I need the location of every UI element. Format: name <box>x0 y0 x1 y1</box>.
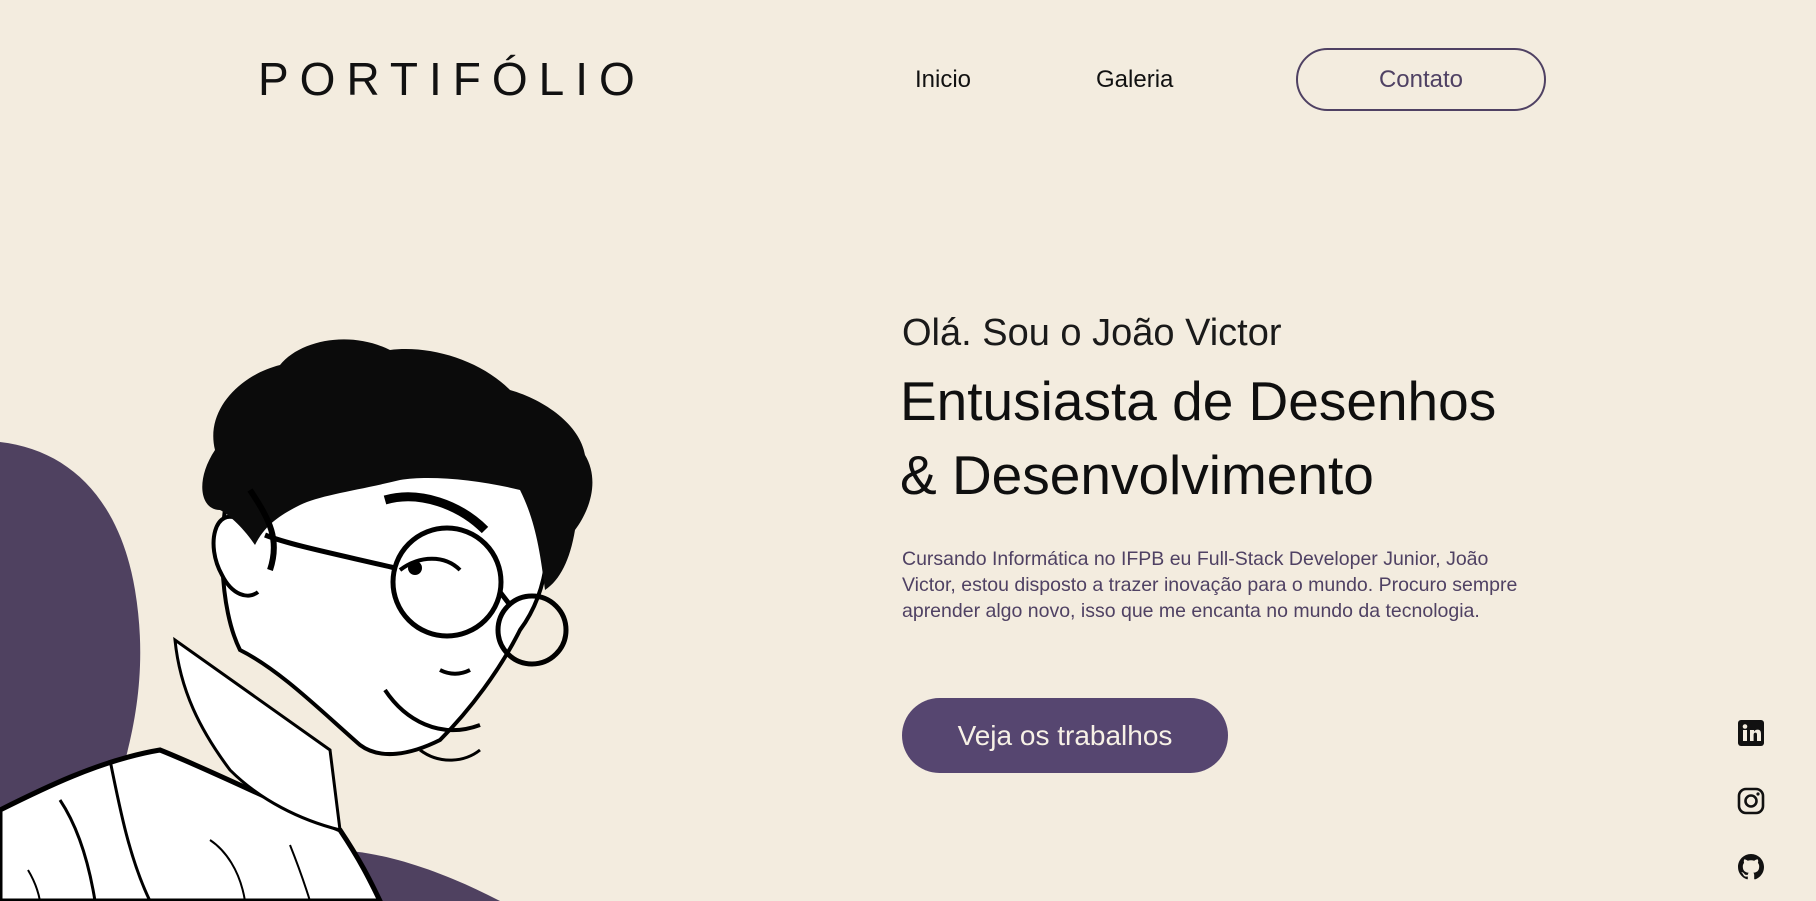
view-works-button[interactable]: Veja os trabalhos <box>902 698 1228 773</box>
nav-link-galeria[interactable]: Galeria <box>1096 66 1173 94</box>
hero-headline-line2: & Desenvolvimento <box>900 444 1374 506</box>
hero-description: Cursando Informática no IFPB eu Full-Sta… <box>902 548 1518 622</box>
linkedin-icon[interactable] <box>1736 718 1766 748</box>
portrait-illustration <box>0 339 593 901</box>
contact-button[interactable]: Contato <box>1296 48 1546 111</box>
github-icon[interactable] <box>1736 852 1766 882</box>
portfolio-page: PORTIFÓLIO Inicio Galeria Contato Olá. S… <box>0 0 1816 901</box>
logo: PORTIFÓLIO <box>258 53 646 105</box>
nav-link-inicio[interactable]: Inicio <box>915 66 971 94</box>
hero-greeting: Olá. Sou o João Victor <box>902 312 1282 354</box>
hero-headline: Entusiasta de Desenhos & Desenvolvimento <box>900 364 1620 512</box>
instagram-icon[interactable] <box>1736 786 1766 816</box>
hero-headline-line1: Entusiasta de Desenhos <box>900 370 1497 432</box>
